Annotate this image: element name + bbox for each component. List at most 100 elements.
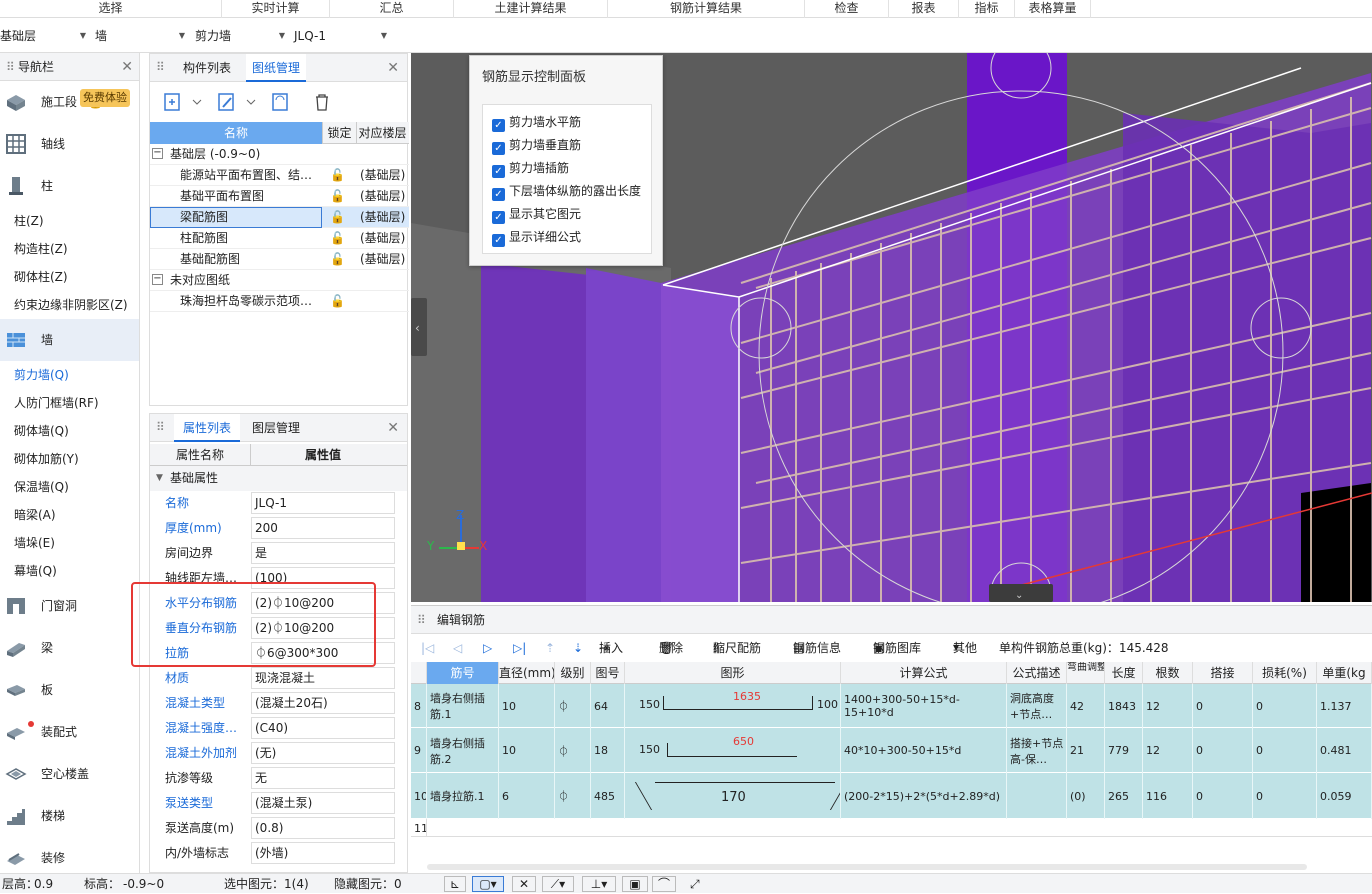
move-up-icon[interactable]: ⇡	[545, 636, 555, 660]
drag-handle-icon[interactable]: ⠿	[156, 60, 165, 74]
nav-item-hollow-floor[interactable]: 空心楼盖	[0, 753, 139, 795]
cell-len[interactable]: 1843	[1105, 684, 1143, 728]
nav-item-openings[interactable]: 门窗洞	[0, 585, 139, 627]
tab-layer-management[interactable]: 图层管理	[244, 414, 308, 442]
col-bar-no-header[interactable]: 筋号	[427, 662, 499, 684]
col-name-header[interactable]: 名称	[150, 122, 322, 144]
property-row[interactable]: 混凝土外加剂 (无)	[150, 741, 407, 766]
col-diameter-header[interactable]: 直径(mm)	[499, 662, 555, 684]
menu-rebar-results[interactable]: 钢筋计算结果	[608, 0, 805, 18]
col-shape-header[interactable]: 图形	[625, 662, 841, 684]
menu-check[interactable]: 检查	[805, 0, 889, 18]
col-unit-weight-header[interactable]: 单重(kg	[1317, 662, 1372, 684]
cell-count[interactable]: 12	[1143, 728, 1193, 773]
cell-shape[interactable]: 150 1635 100	[625, 684, 841, 728]
drag-handle-icon[interactable]: ⠿	[417, 606, 426, 634]
screen-tool-icon[interactable]: ▣	[622, 876, 648, 892]
empty-row[interactable]: 11	[411, 819, 1372, 837]
collapse-icon[interactable]: −	[152, 148, 163, 159]
nav-item-decoration[interactable]: 装修	[0, 837, 139, 873]
property-row[interactable]: 抗渗等级 无	[150, 766, 407, 791]
checkbox-shear-wall-vertical[interactable]: ✓ 剪力墙垂直筋	[492, 135, 581, 155]
expand-icon[interactable]: ⤢	[690, 874, 700, 894]
tab-component-list[interactable]: 构件列表	[172, 54, 242, 82]
property-value[interactable]: JLQ-1	[251, 492, 395, 514]
lock-icon[interactable]: 🔓	[330, 228, 345, 249]
delete-drawing-button[interactable]	[308, 89, 334, 113]
menu-summary[interactable]: 汇总	[330, 0, 454, 18]
property-value[interactable]: 是	[251, 542, 395, 564]
nav-sub-masonry-wall[interactable]: 砌体墙(Q)	[0, 417, 139, 445]
type-select[interactable]: 墙 ▼	[95, 24, 187, 48]
cell-lap[interactable]: 0	[1193, 684, 1253, 728]
drag-handle-icon[interactable]: ⠿	[6, 53, 15, 81]
cross-tool-icon[interactable]: ✕	[512, 876, 536, 892]
nav-sub-masonry-column[interactable]: 砌体柱(Z)	[0, 263, 139, 291]
cell-count[interactable]: 12	[1143, 684, 1193, 728]
checkbox-lower-wall-exposure[interactable]: ✓ 下层墙体纵筋的露出长度	[492, 181, 641, 201]
next-record-icon[interactable]: ▷	[483, 636, 492, 660]
col-lap-header[interactable]: 搭接	[1193, 662, 1253, 684]
close-icon[interactable]: ✕	[121, 53, 133, 81]
col-fig-no-header[interactable]: 图号	[591, 662, 625, 684]
tab-property-list[interactable]: 属性列表	[174, 414, 240, 442]
close-icon[interactable]: ✕	[387, 60, 399, 76]
lock-icon[interactable]: 🔓	[330, 249, 345, 270]
col-lock-header[interactable]: 锁定	[322, 122, 356, 144]
col-formula-header[interactable]: 计算公式	[841, 662, 1007, 684]
col-floor-header[interactable]: 对应楼层	[356, 122, 408, 144]
rebar-row[interactable]: 10 墙身拉筋.1 6 ⏀ 485 170 (200-2*15)+2*(5*d+2.89*d…	[411, 773, 1372, 819]
property-group-row[interactable]: ▼ 基础属性	[150, 466, 407, 491]
col-count-header[interactable]: 根数	[1143, 662, 1193, 684]
nav-item-construction-section[interactable]: 施工段 🔒 免费体验	[0, 81, 139, 123]
cell-dia[interactable]: 6	[499, 773, 555, 819]
lock-icon[interactable]: 🔓	[330, 165, 345, 186]
cell-name[interactable]: 墙身拉筋.1	[427, 773, 499, 819]
checkbox-shear-wall-dowel[interactable]: ✓ 剪力墙插筋	[492, 158, 569, 178]
cell-desc[interactable]: 洞底高度+节点…	[1007, 684, 1067, 728]
cell-shape[interactable]: 170	[625, 773, 841, 819]
drawing-row[interactable]: 能源站平面布置图、结… 🔓 (基础层)	[150, 165, 409, 186]
rebar-row[interactable]: 8 墙身右侧插筋.1 10 ⏀ 64 150 1635 100 1400+300-50+15*d…	[411, 684, 1372, 728]
floor-select[interactable]: 基础层 ▼	[0, 24, 88, 48]
select-rect-icon[interactable]: ▢▾	[472, 876, 504, 892]
col-desc-header[interactable]: 公式描述	[1007, 662, 1067, 684]
nav-item-beam[interactable]: 梁	[0, 627, 139, 669]
cell-name[interactable]: 墙身右侧插筋.2	[427, 728, 499, 773]
property-value[interactable]: 无	[251, 767, 395, 789]
drag-handle-icon[interactable]: ⠿	[156, 420, 165, 434]
property-row[interactable]: 厚度(mm) 200	[150, 516, 407, 541]
cell-bend[interactable]: (0)	[1067, 773, 1105, 819]
property-value[interactable]: 200	[251, 517, 395, 539]
drawing-row[interactable]: 基础平面布置图 🔓 (基础层)	[150, 186, 409, 207]
cell-fig[interactable]: 64	[591, 684, 625, 728]
nav-item-wall[interactable]: 墙	[0, 319, 139, 361]
cell-lap[interactable]: 0	[1193, 728, 1253, 773]
cell-desc[interactable]: 搭接+节点高-保…	[1007, 728, 1067, 773]
nav-sub-curtain-wall[interactable]: 幕墙(Q)	[0, 557, 139, 585]
property-value[interactable]: 现浇混凝土	[251, 667, 395, 689]
checkbox-show-other-elements[interactable]: ✓ 显示其它图元	[492, 204, 581, 224]
cell-shape[interactable]: 150 650	[625, 728, 841, 773]
checkbox-show-detail-formula[interactable]: ✓ 显示详细公式	[492, 227, 581, 247]
cell-formula[interactable]: 1400+300-50+15*d-15+10*d	[841, 684, 1007, 728]
property-row[interactable]: 混凝土类型 (混凝土20石)	[150, 691, 407, 716]
lock-icon[interactable]: 🔓	[330, 186, 345, 207]
close-icon[interactable]: ✕	[387, 420, 399, 436]
menu-index[interactable]: 指标	[959, 0, 1015, 18]
property-value[interactable]: (混凝土20石)	[251, 692, 395, 714]
component-select[interactable]: JLQ-1 ▼	[294, 24, 389, 48]
cell-loss[interactable]: 0	[1253, 728, 1317, 773]
tab-drawing-management[interactable]: 图纸管理	[246, 54, 306, 82]
prev-record-icon[interactable]: ◁	[453, 636, 462, 660]
cell-lap[interactable]: 0	[1193, 773, 1253, 819]
nav-sub-hidden-beam[interactable]: 暗梁(A)	[0, 501, 139, 529]
col-grade-header[interactable]: 级别	[555, 662, 591, 684]
group-row[interactable]: − 基础层 (-0.9~0)	[150, 144, 409, 165]
last-record-icon[interactable]: ▷|	[513, 636, 526, 660]
cell-dia[interactable]: 10	[499, 684, 555, 728]
cell-formula[interactable]: 40*10+300-50+15*d	[841, 728, 1007, 773]
property-row[interactable]: 泵送高度(m) (0.8)	[150, 816, 407, 841]
cell-fig[interactable]: 18	[591, 728, 625, 773]
cell-bend[interactable]: 21	[1067, 728, 1105, 773]
